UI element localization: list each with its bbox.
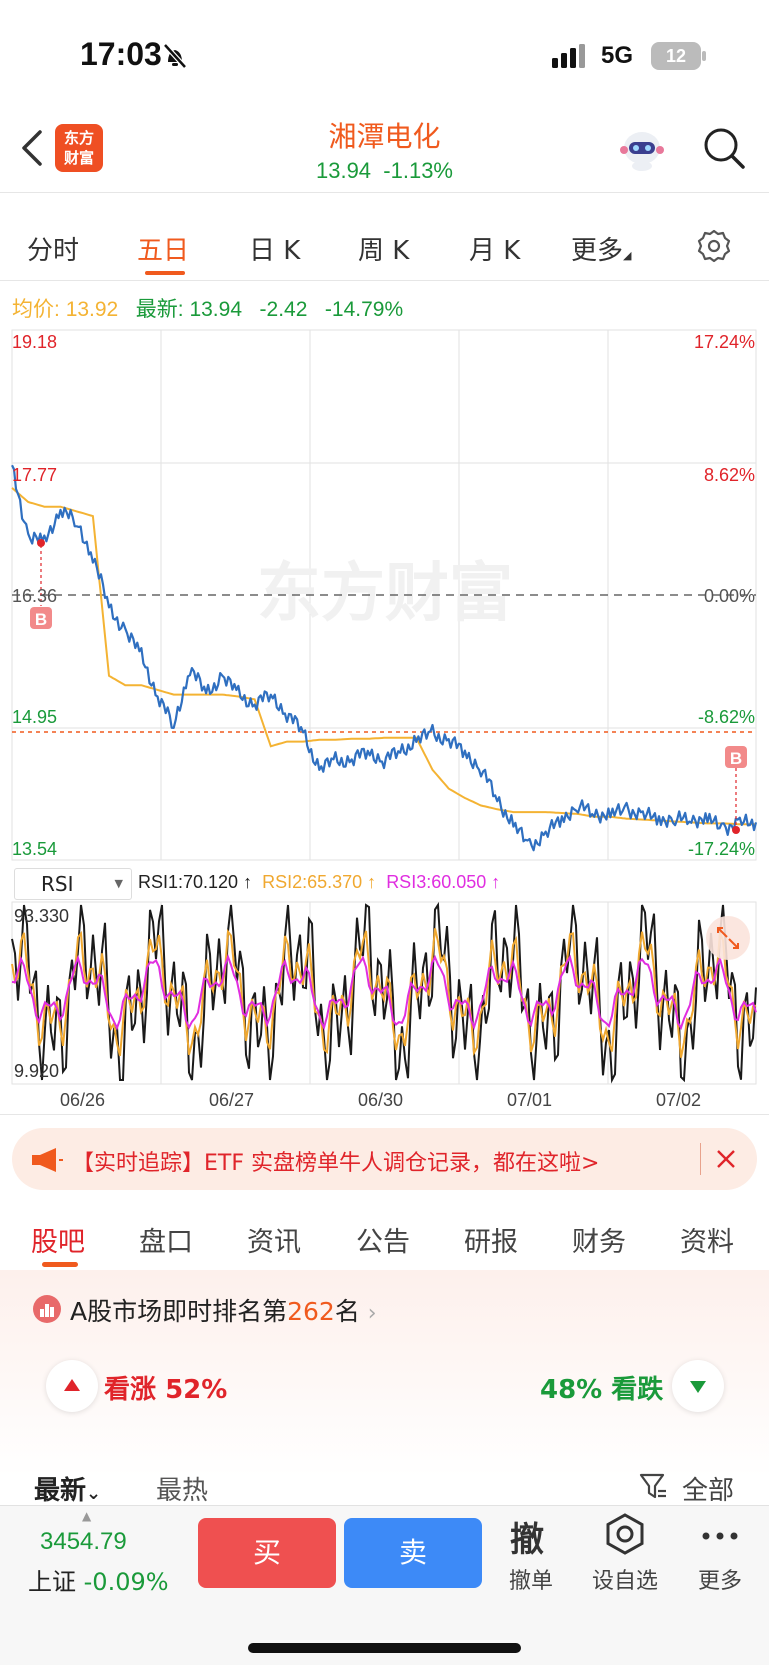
tab-announcements[interactable]: 公告 (356, 1220, 410, 1259)
ranking-chart-icon (32, 1294, 62, 1328)
chevron-right-icon: › (367, 1301, 377, 1326)
active-bottom-tab-indicator (42, 1262, 78, 1267)
ranking-prefix: A股市场即时排名第 (70, 1297, 288, 1326)
close-icon[interactable] (715, 1148, 737, 1174)
promo-banner-text[interactable]: 【实时追踪】ETF 实盘榜单牛人调仓记录，都在这啦> (72, 1145, 599, 1177)
add-watchlist-icon[interactable] (603, 1512, 647, 1560)
rsi-axis-min: 9.920 (14, 1061, 60, 1081)
more-button[interactable]: 更多 (680, 1563, 760, 1595)
index-name: 上证 (28, 1568, 76, 1596)
index-quote[interactable]: 上证 -0.09% (28, 1562, 169, 1597)
ranking-number: 262 (287, 1297, 335, 1326)
triangle-up-icon (64, 1379, 80, 1391)
tab-news[interactable]: 资讯 (247, 1220, 301, 1259)
bearish-label: 看跌 (611, 1375, 664, 1405)
date-label: 07/01 (507, 1090, 553, 1110)
index-value[interactable]: 3454.79 (40, 1528, 127, 1556)
filter-all[interactable]: 全部 (682, 1470, 734, 1507)
add-watchlist-button[interactable]: 设自选 (585, 1563, 665, 1595)
cancel-order-icon[interactable]: 撤 (510, 1512, 544, 1561)
bullish-label: 看涨 (104, 1375, 157, 1405)
vote-bullish-button[interactable] (46, 1360, 98, 1412)
tab-financials[interactable]: 财务 (572, 1220, 626, 1259)
home-indicator (248, 1643, 521, 1653)
bearish-pct: 48% (540, 1375, 603, 1405)
tab-research[interactable]: 研报 (464, 1220, 518, 1259)
expand-icon[interactable] (706, 916, 750, 960)
ranking-suffix: 名 (334, 1297, 360, 1326)
vote-bearish-button[interactable] (672, 1360, 724, 1412)
rsi-axis-max: 93.330 (14, 906, 70, 926)
banner-separator (700, 1143, 701, 1175)
more-dots-icon[interactable] (700, 1528, 740, 1547)
bullish-ratio: 看涨 52% (104, 1369, 227, 1406)
date-label: 07/02 (656, 1090, 702, 1110)
chevron-down-icon: ⌄ (86, 1483, 102, 1504)
bullish-pct: 52% (165, 1375, 228, 1405)
sort-latest[interactable]: 最新⌄ (34, 1470, 101, 1507)
date-label: 06/30 (358, 1090, 404, 1110)
cancel-order-button[interactable]: 撤单 (491, 1563, 571, 1595)
market-ranking[interactable]: A股市场即时排名第262名 › (70, 1292, 377, 1328)
buy-button[interactable]: 买 (198, 1518, 336, 1588)
bearish-ratio: 48% 看跌 (540, 1369, 663, 1406)
chart-divider (0, 1114, 769, 1115)
triangle-up-small-icon: ▲ (82, 1509, 92, 1523)
tab-order-book[interactable]: 盘口 (139, 1220, 193, 1259)
tab-forum[interactable]: 股吧 (31, 1220, 85, 1259)
filter-icon[interactable] (638, 1471, 668, 1505)
sort-latest-label: 最新 (34, 1476, 87, 1506)
triangle-down-icon (690, 1381, 706, 1393)
megaphone-icon (30, 1146, 64, 1178)
tab-profile[interactable]: 资料 (680, 1220, 734, 1259)
sort-hot[interactable]: 最热 (156, 1470, 208, 1507)
sell-button[interactable]: 卖 (344, 1518, 482, 1588)
index-change: -0.09% (83, 1568, 169, 1596)
date-label: 06/26 (60, 1090, 106, 1110)
date-label: 06/27 (209, 1090, 255, 1110)
